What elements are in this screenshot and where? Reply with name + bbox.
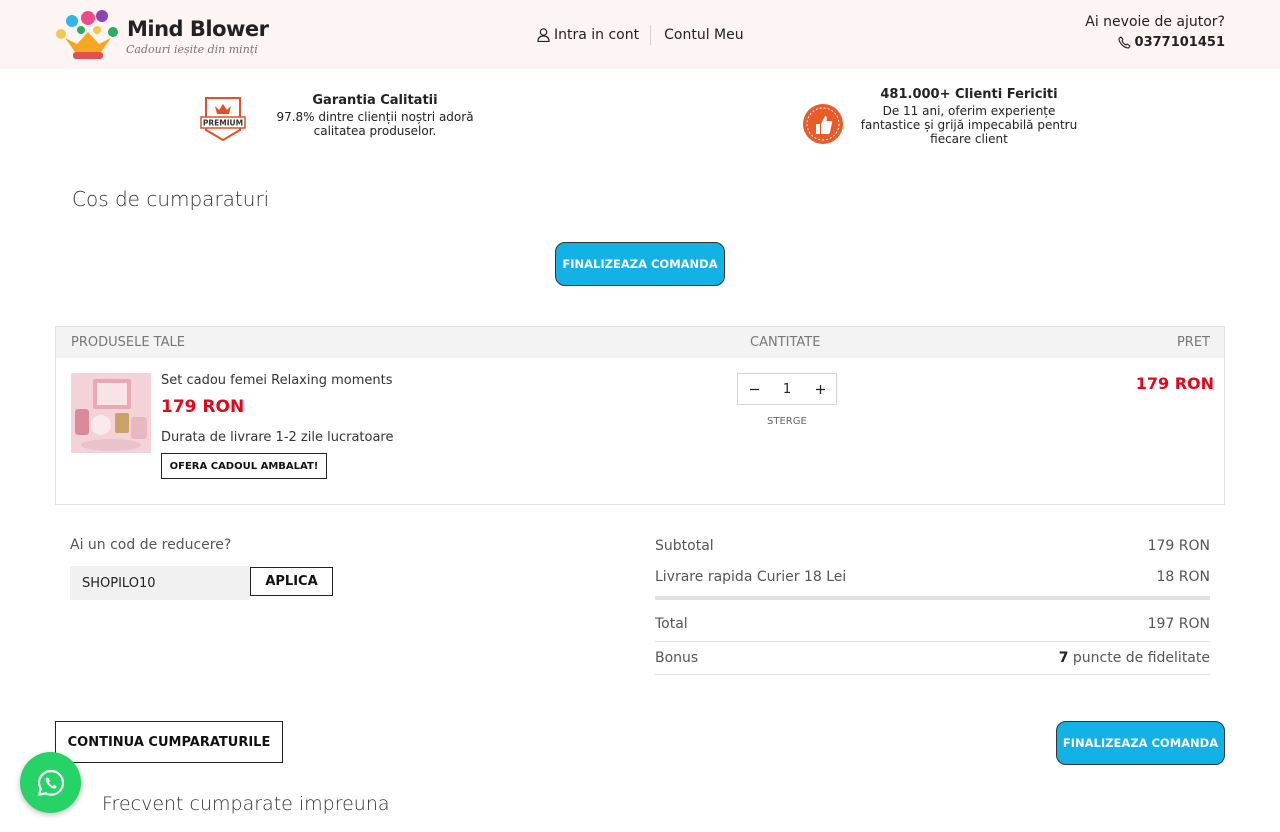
brand-logo[interactable]: Mind Blower Cadouri ieșite din minți xyxy=(55,8,269,62)
site-header: Mind Blower Cadouri ieșite din minți Int… xyxy=(0,0,1280,69)
column-price: PRET xyxy=(1176,335,1210,350)
increase-quantity-button[interactable] xyxy=(804,374,836,404)
quality-guarantee: PREMIUM Garantia Calitatii 97.8% dintre … xyxy=(200,88,494,144)
thumbs-up-badge-icon xyxy=(803,104,843,144)
bonus-value: 7 puncte de fidelitate xyxy=(1059,650,1210,666)
continue-shopping-button[interactable]: CONTINUA CUMPARATURILE xyxy=(55,721,283,763)
jester-crown-icon xyxy=(56,10,118,59)
account-label: Contul Meu xyxy=(664,27,744,43)
remove-item-link[interactable]: STERGE xyxy=(767,416,807,427)
subtotal-row: Subtotal 179 RON xyxy=(655,530,1210,561)
nav-divider xyxy=(650,25,652,45)
frequently-bought-title: Frecvent cumparate impreuna xyxy=(102,793,390,815)
quantity-value[interactable]: 1 xyxy=(770,382,804,397)
page-title: Cos de cumparaturi xyxy=(72,187,270,211)
totals-divider xyxy=(655,596,1210,600)
quality-title: Garantia Calitatii xyxy=(312,93,438,108)
product-image[interactable] xyxy=(71,373,151,453)
premium-badge-text: PREMIUM xyxy=(203,119,243,128)
whatsapp-chat-button[interactable] xyxy=(20,752,81,813)
help-title: Ai nevoie de ajutor? xyxy=(1085,14,1225,30)
cart-table-header: PRODUSELE TALE CANTITATE PRET xyxy=(56,327,1224,358)
whatsapp-icon xyxy=(37,769,64,796)
help-contact: Ai nevoie de ajutor? 0377101451 xyxy=(1085,14,1225,50)
discount-label: Ai un cod de reducere? xyxy=(70,537,232,553)
gift-wrap-button[interactable]: OFERA CADOUL AMBALAT! xyxy=(161,453,327,479)
product-photo-icon xyxy=(71,373,151,453)
phone-number: 0377101451 xyxy=(1134,35,1225,50)
bonus-points: 7 xyxy=(1058,650,1069,666)
bonus-row: Bonus 7 puncte de fidelitate xyxy=(655,642,1210,675)
minus-icon xyxy=(749,388,759,390)
clients-text: 481.000+ Clienti Fericiti De 11 ani, ofe… xyxy=(854,87,1084,147)
brand-tagline: Cadouri ieșite din minți xyxy=(126,43,258,56)
plus-icon xyxy=(815,384,825,394)
shipping-row: Livrare rapida Curier 18 Lei 18 RON xyxy=(655,561,1210,592)
total-row: Total 197 RON xyxy=(655,606,1210,642)
phone-link[interactable]: 0377101451 xyxy=(1085,35,1225,50)
product-price: 179 RON xyxy=(161,397,245,417)
subtotal-label: Subtotal xyxy=(655,537,714,554)
column-quantity: CANTITATE xyxy=(750,335,821,350)
checkout-button-top[interactable]: FINALIZEAZA COMANDA xyxy=(555,242,725,286)
shipping-label: Livrare rapida Curier 18 Lei xyxy=(655,568,847,585)
discount-code-input[interactable] xyxy=(70,566,250,600)
happy-clients: 481.000+ Clienti Fericiti De 11 ani, ofe… xyxy=(800,88,1084,146)
checkout-button-bottom[interactable]: FINALIZEAZA COMANDA xyxy=(1056,721,1225,765)
column-products: PRODUSELE TALE xyxy=(71,335,185,350)
line-total: 179 RON xyxy=(1135,374,1214,393)
total-value: 197 RON xyxy=(1147,615,1210,632)
login-link[interactable]: Intra in cont xyxy=(537,27,639,43)
bonus-label: Bonus xyxy=(655,650,699,666)
apply-discount-button[interactable]: APLICA xyxy=(250,567,333,596)
bonus-suffix: puncte de fidelitate xyxy=(1068,650,1210,666)
phone-icon xyxy=(1117,36,1131,49)
product-name[interactable]: Set cadou femei Relaxing moments xyxy=(161,373,393,388)
subtotal-value: 179 RON xyxy=(1147,537,1210,554)
account-nav: Intra in cont Contul Meu xyxy=(537,24,744,46)
cart-table: PRODUSELE TALE CANTITATE PRET Set cadou … xyxy=(55,326,1225,505)
quantity-stepper: 1 xyxy=(737,373,837,405)
quality-description: 97.8% dintre clienții noștri adoră calit… xyxy=(276,110,474,138)
order-summary: Subtotal 179 RON Livrare rapida Curier 1… xyxy=(655,530,1210,675)
shipping-value: 18 RON xyxy=(1156,568,1210,585)
delivery-time: Durata de livrare 1-2 zile lucratoare xyxy=(161,430,394,445)
total-label: Total xyxy=(655,615,688,632)
brand-name: Mind Blower xyxy=(127,17,269,41)
clients-title: 481.000+ Clienti Fericiti xyxy=(880,87,1058,102)
quality-text: Garantia Calitatii 97.8% dintre clienții… xyxy=(256,93,494,139)
clients-description: De 11 ani, oferim experiențe fantastice … xyxy=(860,104,1078,146)
login-label: Intra in cont xyxy=(554,27,640,43)
account-link[interactable]: Contul Meu xyxy=(664,27,743,43)
decrease-quantity-button[interactable] xyxy=(738,374,770,404)
user-icon xyxy=(537,28,550,42)
premium-badge-icon: PREMIUM xyxy=(200,97,246,142)
